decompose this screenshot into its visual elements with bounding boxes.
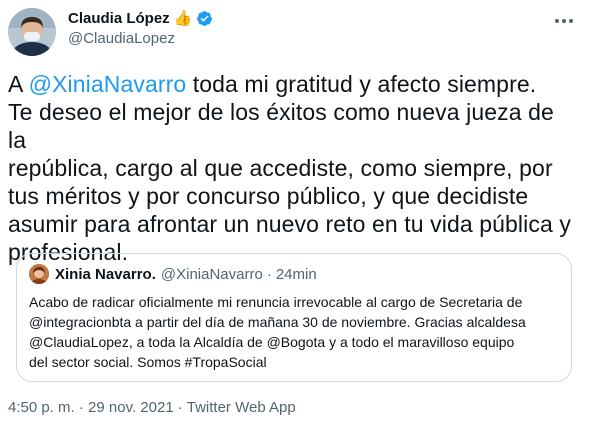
- tweet-line-4: tus méritos y por concurso público, y qu…: [8, 183, 529, 209]
- tweet-prefix: A: [8, 71, 29, 97]
- author-display-name[interactable]: Claudia López: [68, 10, 170, 27]
- tweet-text: A @XiniaNavarro toda mi gratitud y afect…: [8, 70, 578, 266]
- tweet-header: Claudia López 👍 @ClaudiaLopez: [8, 8, 579, 58]
- tweet-line-2: Te deseo el mejor de los éxitos como nue…: [8, 99, 554, 153]
- verified-badge-icon: [196, 10, 213, 27]
- more-options-icon[interactable]: [553, 12, 575, 30]
- quoted-author-avatar[interactable]: [29, 264, 49, 284]
- quoted-timestamp[interactable]: 24min: [276, 266, 317, 283]
- thumbs-up-emoji: 👍: [173, 10, 193, 27]
- quoted-line-3: @ClaudiaLopez, a toda la Alcaldía de @Bo…: [29, 334, 515, 350]
- tweet-line-1: toda mi gratitud y afecto siempre.: [186, 71, 537, 97]
- quoted-author-name[interactable]: Xinia Navarro.: [55, 266, 156, 283]
- meta-separator-1: ·: [74, 399, 89, 416]
- quoted-line-1: Acabo de radicar oficialmente mi renunci…: [29, 294, 523, 310]
- meta-separator-2: ·: [173, 399, 187, 416]
- quoted-author-handle[interactable]: @XiniaNavarro: [161, 266, 263, 283]
- tweet-metadata: 4:50 p. m. · 29 nov. 2021 · Twitter Web …: [8, 399, 296, 416]
- quoted-line-4: del sector social. Somos #TropaSocial: [29, 354, 267, 370]
- tweet-time[interactable]: 4:50 p. m.: [8, 399, 75, 416]
- tweet-line-3: república, cargo al que accediste, como …: [8, 155, 553, 181]
- quoted-tweet-card[interactable]: Xinia Navarro. @XiniaNavarro · 24min Aca…: [16, 253, 572, 382]
- quoted-tweet-text: Acabo de radicar oficialmente mi renunci…: [29, 292, 559, 372]
- quoted-separator: ·: [266, 265, 272, 283]
- author-handle[interactable]: @ClaudiaLopez: [68, 30, 213, 47]
- quoted-line-2: @integracionbta a partir del día de maña…: [29, 314, 526, 330]
- tweet-line-5: asumir para afrontar un nuevo reto en tu…: [8, 211, 571, 237]
- tweet-source[interactable]: Twitter Web App: [187, 399, 296, 416]
- tweet-date[interactable]: 29 nov. 2021: [88, 399, 174, 416]
- author-avatar[interactable]: [8, 8, 56, 56]
- tweet-mention-link[interactable]: @XiniaNavarro: [29, 71, 187, 97]
